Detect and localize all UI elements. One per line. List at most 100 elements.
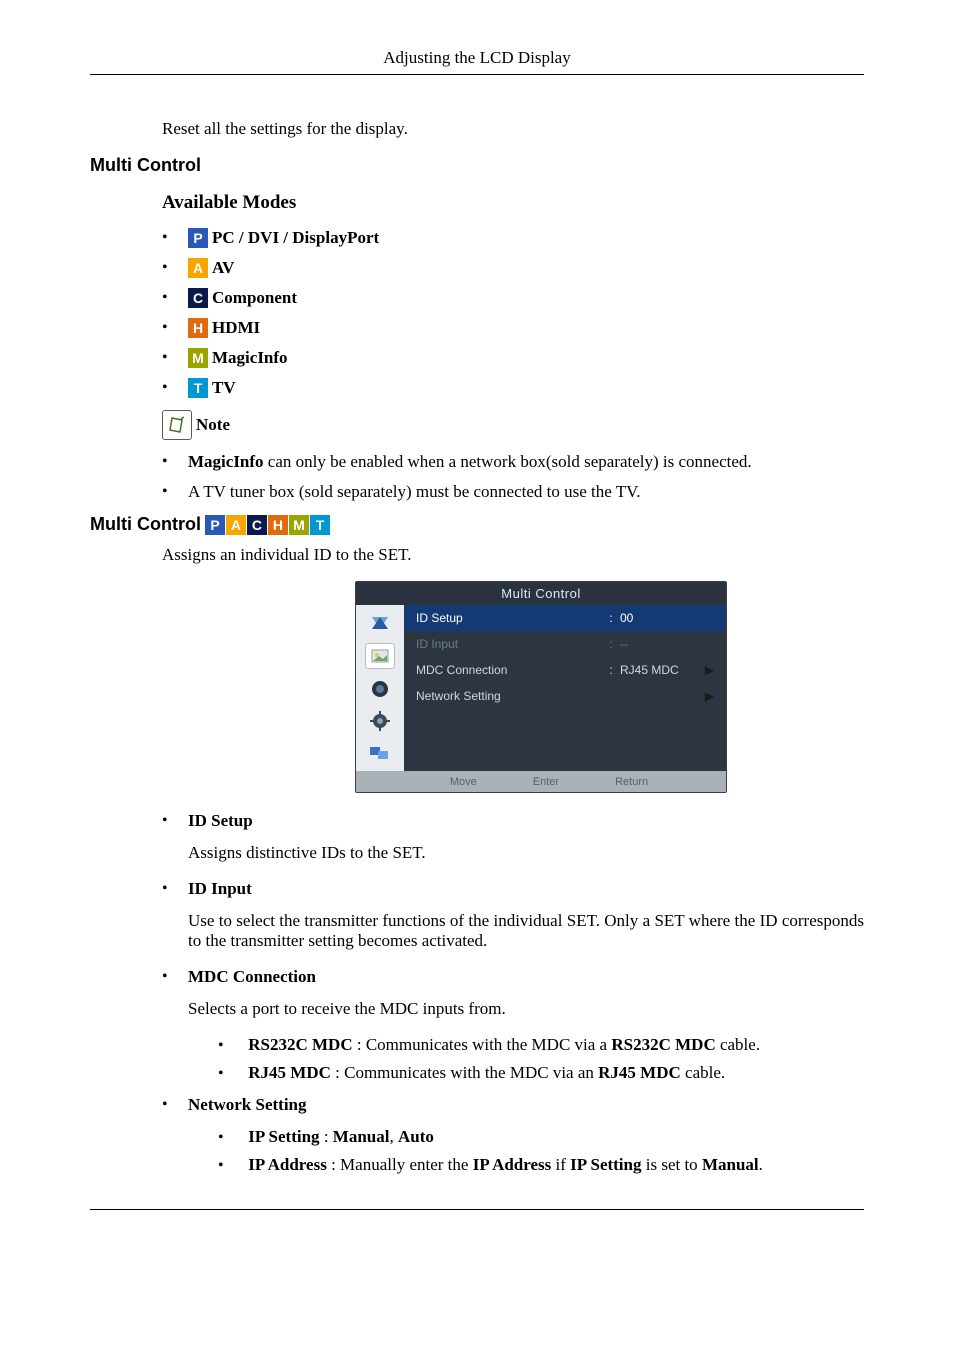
osd-side-icon-picture (365, 643, 395, 669)
osd-row-2[interactable]: MDC Connection:RJ45 MDC▶ (404, 657, 726, 683)
mode-av: A AV (162, 258, 864, 278)
mode-hdmi-label: HDMI (212, 318, 260, 338)
mdc-desc: Selects a port to receive the MDC inputs… (188, 999, 864, 1019)
mode-av-icon: A (188, 258, 208, 278)
mdc-rs232c-t1: : Communicates with the MDC via a (353, 1035, 612, 1054)
mode-tv-label: TV (212, 378, 236, 398)
ip-address-t1: : Manually enter the (327, 1155, 473, 1174)
mdc-rj45-b1: RJ45 MDC (248, 1063, 331, 1082)
note-block: Note (162, 410, 864, 440)
mdc-rj45-t1: : Communicates with the MDC via an (331, 1063, 598, 1082)
heading-mode-icons: PACHMT (205, 515, 330, 535)
item-id-input: ID Input (162, 879, 864, 899)
osd-body: ID Setup:00ID Input:--MDC Connection:RJ4… (356, 605, 726, 771)
osd-row-3[interactable]: Network Setting ▶ (404, 683, 726, 709)
mdc-rs232c-t2: cable. (716, 1035, 760, 1054)
chevron-right-icon: ▶ (700, 689, 714, 703)
network-options: IP Setting : Manual, Auto IP Address : M… (218, 1127, 864, 1175)
id-input-label: ID Input (188, 879, 252, 899)
chevron-right-icon: ▶ (700, 663, 714, 677)
item-mdc-connection: MDC Connection (162, 967, 864, 987)
osd-row-label-3: Network Setting (416, 689, 602, 703)
osd-row-1[interactable]: ID Input:-- (404, 631, 726, 657)
ip-address-b2: IP Setting (570, 1155, 641, 1174)
osd-row-value-1: -- (620, 637, 700, 651)
heading-mode-magicinfo-icon: M (289, 515, 309, 535)
mode-pc-icon: P (188, 228, 208, 248)
multi-control-items-4: Network Setting (162, 1095, 864, 1115)
ip-setting-v2: Auto (398, 1127, 434, 1146)
multi-control-items: ID Setup (162, 811, 864, 831)
osd-side-icon-setup (366, 709, 394, 733)
heading-mode-pc-icon: P (205, 515, 225, 535)
notes-list: MagicInfo can only be enabled when a net… (162, 452, 864, 502)
mode-pc-label: PC / DVI / DisplayPort (212, 228, 379, 248)
mode-magicinfo-label: MagicInfo (212, 348, 288, 368)
mdc-rj45-t2: cable. (681, 1063, 725, 1082)
mode-tv: T TV (162, 378, 864, 398)
ip-setting-v1: Manual (333, 1127, 390, 1146)
ip-address-t4: . (759, 1155, 763, 1174)
mode-av-label: AV (212, 258, 234, 278)
ip-address-t2: if (551, 1155, 570, 1174)
osd-row-value-0: 00 (620, 611, 700, 625)
mode-tv-icon: T (188, 378, 208, 398)
mdc-opt-rs232c: RS232C MDC : Communicates with the MDC v… (218, 1035, 864, 1055)
mdc-rs232c-b2: RS232C MDC (611, 1035, 715, 1054)
ip-setting-label: IP Setting (248, 1127, 319, 1146)
osd-foot-move: Move (434, 775, 477, 788)
osd-row-label-0: ID Setup (416, 611, 602, 625)
mdc-label: MDC Connection (188, 967, 316, 987)
network-ip-setting: IP Setting : Manual, Auto (218, 1127, 864, 1147)
ip-address-b3: Manual (702, 1155, 759, 1174)
note-item-1: A TV tuner box (sold separately) must be… (162, 482, 864, 502)
item-network-setting: Network Setting (162, 1095, 864, 1115)
ip-address-t3: is set to (641, 1155, 701, 1174)
osd-title: Multi Control (356, 582, 726, 605)
note-item-0: MagicInfo can only be enabled when a net… (162, 452, 864, 472)
osd-foot-return: Return (599, 775, 648, 788)
osd-row-label-2: MDC Connection (416, 663, 602, 677)
id-input-desc: Use to select the transmitter functions … (188, 911, 864, 951)
multi-control-items-3: MDC Connection (162, 967, 864, 987)
mode-hdmi-icon: H (188, 318, 208, 338)
mode-magicinfo: M MagicInfo (162, 348, 864, 368)
reset-description: Reset all the settings for the display. (162, 119, 864, 139)
osd-side-icon-multi (366, 741, 394, 765)
osd-foot-enter: Enter (517, 775, 559, 788)
mode-hdmi: H HDMI (162, 318, 864, 338)
osd-row-value-2: RJ45 MDC (620, 663, 700, 677)
note-label: Note (196, 415, 230, 435)
available-modes-list: P PC / DVI / DisplayPortA AVC ComponentH… (162, 228, 864, 398)
heading-mode-component-icon: C (247, 515, 267, 535)
multi-control-heading-text: Multi Control (90, 514, 201, 535)
page: Adjusting the LCD Display Reset all the … (0, 0, 954, 1350)
mode-component-icon: C (188, 288, 208, 308)
heading-mode-av-icon: A (226, 515, 246, 535)
item-id-setup: ID Setup (162, 811, 864, 831)
network-label: Network Setting (188, 1095, 307, 1115)
mode-component-label: Component (212, 288, 297, 308)
available-modes-heading: Available Modes (162, 192, 864, 214)
network-ip-address: IP Address : Manually enter the IP Addre… (218, 1155, 864, 1175)
mdc-rj45-b2: RJ45 MDC (598, 1063, 681, 1082)
mode-component: C Component (162, 288, 864, 308)
page-header: Adjusting the LCD Display (90, 48, 864, 75)
multi-control-items-2: ID Input (162, 879, 864, 899)
heading-mode-hdmi-icon: H (268, 515, 288, 535)
ip-address-b1: IP Address (473, 1155, 552, 1174)
mode-pc: P PC / DVI / DisplayPort (162, 228, 864, 248)
id-setup-label: ID Setup (188, 811, 253, 831)
id-setup-desc: Assigns distinctive IDs to the SET. (188, 843, 864, 863)
mdc-options: RS232C MDC : Communicates with the MDC v… (218, 1035, 864, 1083)
osd-row-0[interactable]: ID Setup:00 (404, 605, 726, 631)
ip-address-label: IP Address (248, 1155, 327, 1174)
osd-side-icon-sound (366, 677, 394, 701)
note-icon (162, 410, 192, 440)
osd-rows: ID Setup:00ID Input:--MDC Connection:RJ4… (404, 605, 726, 771)
heading-mode-tv-icon: T (310, 515, 330, 535)
section-heading-multi-control-detail: Multi Control PACHMT (90, 514, 864, 535)
mode-magicinfo-icon: M (188, 348, 208, 368)
footer-rule (90, 1209, 864, 1210)
mdc-opt-rj45: RJ45 MDC : Communicates with the MDC via… (218, 1063, 864, 1083)
